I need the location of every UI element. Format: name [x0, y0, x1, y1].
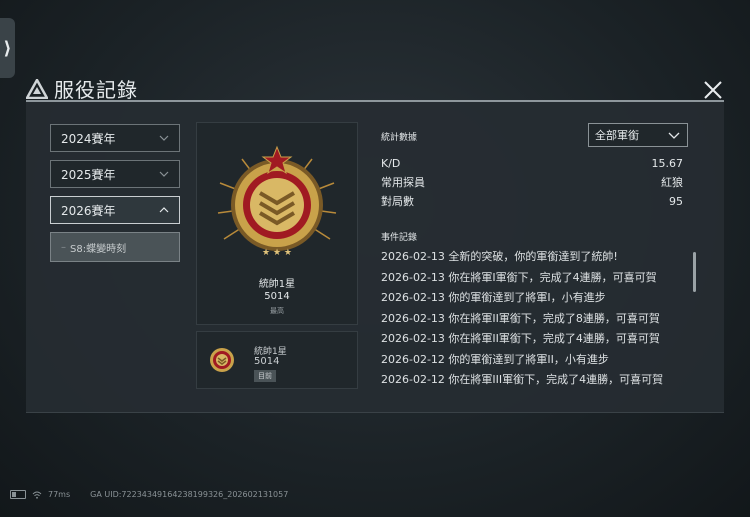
current-rank-card: 統帥1星 5014 目前	[196, 331, 358, 389]
battery-icon	[10, 490, 26, 499]
event-item: 2026-02-12 你的軍銜達到了將軍II，小有進步	[381, 352, 609, 366]
dash-icon: –	[61, 241, 66, 253]
stat-key: 常用探員	[381, 176, 425, 189]
stat-value: 紅狼	[661, 176, 683, 189]
side-expand-button[interactable]: ⟩	[0, 18, 15, 78]
wifi-icon	[32, 491, 42, 499]
rank-medal-icon	[210, 348, 234, 372]
ping-text: 77ms	[48, 490, 71, 499]
season-label: 2025賽年	[61, 167, 116, 182]
chevron-down-icon	[159, 171, 169, 177]
event-item: 2026-02-13 你在將軍II軍銜下，完成了4連勝，可喜可賀	[381, 332, 660, 345]
close-button[interactable]	[700, 78, 726, 102]
chevron-up-icon	[159, 207, 169, 213]
page-title: 服役記錄	[54, 78, 138, 102]
chevron-down-icon	[668, 132, 680, 139]
rank-filter-value: 全部軍銜	[595, 129, 639, 142]
event-item: 2026-02-13 你的軍銜達到了將軍I，小有進步	[381, 291, 606, 304]
chevron-down-icon	[159, 135, 169, 141]
close-icon	[704, 81, 722, 99]
stat-key: K/D	[381, 156, 401, 170]
uid-text: GA UID:72234349164238199326_202602131057	[90, 490, 289, 499]
rank-tag: 最高	[270, 307, 284, 315]
season-2024-button[interactable]: 2024賽年	[50, 124, 180, 152]
rank-name: 統帥1星	[258, 279, 296, 290]
season-2026-button[interactable]: 2026賽年	[50, 196, 180, 224]
event-item: 2026-02-12 你在將軍III軍銜下，完成了4連勝，可喜可賀	[381, 373, 664, 386]
page-header: 服役記錄	[26, 74, 138, 103]
season-label: 2024賽年	[61, 131, 116, 146]
event-item: 2026-02-13 全新的突破，你的軍銜達到了統帥!	[381, 250, 618, 263]
current-rank-score: 5014	[254, 356, 280, 367]
stats-heading: 統計數據	[381, 133, 418, 143]
stat-row-matches: 對局數 95	[381, 192, 683, 210]
event-log-heading: 事件記錄	[381, 233, 418, 243]
event-log-scrollbar[interactable]	[693, 252, 696, 292]
rank-score: 5014	[264, 291, 290, 302]
event-log-list[interactable]: 2026-02-13 全新的突破，你的軍銜達到了統帥! 2026-02-13 你…	[381, 247, 691, 392]
stat-key: 對局數	[381, 195, 414, 208]
status-footer: 77ms GA UID:72234349164238199326_2026021…	[10, 490, 288, 499]
sub-season-label: S8:蝶變時刻	[70, 243, 127, 255]
triangle-logo-icon	[26, 78, 48, 99]
svg-text:★ ★ ★: ★ ★ ★	[262, 248, 292, 258]
sub-season-item[interactable]: – S8:蝶變時刻	[50, 232, 180, 262]
event-item: 2026-02-13 你在將軍I軍銜下，完成了4連勝，可喜可賀	[381, 270, 657, 284]
rank-medal-icon: ★ ★ ★	[217, 145, 337, 258]
service-record-panel: 2024賽年 2025賽年 2026賽年 – S8:蝶變時刻 ★ ★ ★ 統帥1…	[26, 100, 724, 413]
rank-filter-select[interactable]: 全部軍銜	[588, 123, 688, 147]
stat-row-agent: 常用探員 紅狼	[381, 173, 683, 191]
current-rank-tag: 目前	[254, 370, 276, 382]
event-item: 2026-02-13 你在將軍II軍銜下，完成了8連勝，可喜可賀	[381, 311, 660, 325]
chevron-right-icon: ⟩	[3, 37, 12, 59]
stat-value: 15.67	[651, 156, 684, 170]
season-label: 2026賽年	[61, 203, 116, 218]
stat-row-kd: K/D 15.67	[381, 154, 683, 172]
season-2025-button[interactable]: 2025賽年	[50, 160, 180, 188]
stat-value: 95	[669, 194, 683, 208]
highest-rank-card: ★ ★ ★ 統帥1星 5014 最高	[196, 122, 358, 325]
